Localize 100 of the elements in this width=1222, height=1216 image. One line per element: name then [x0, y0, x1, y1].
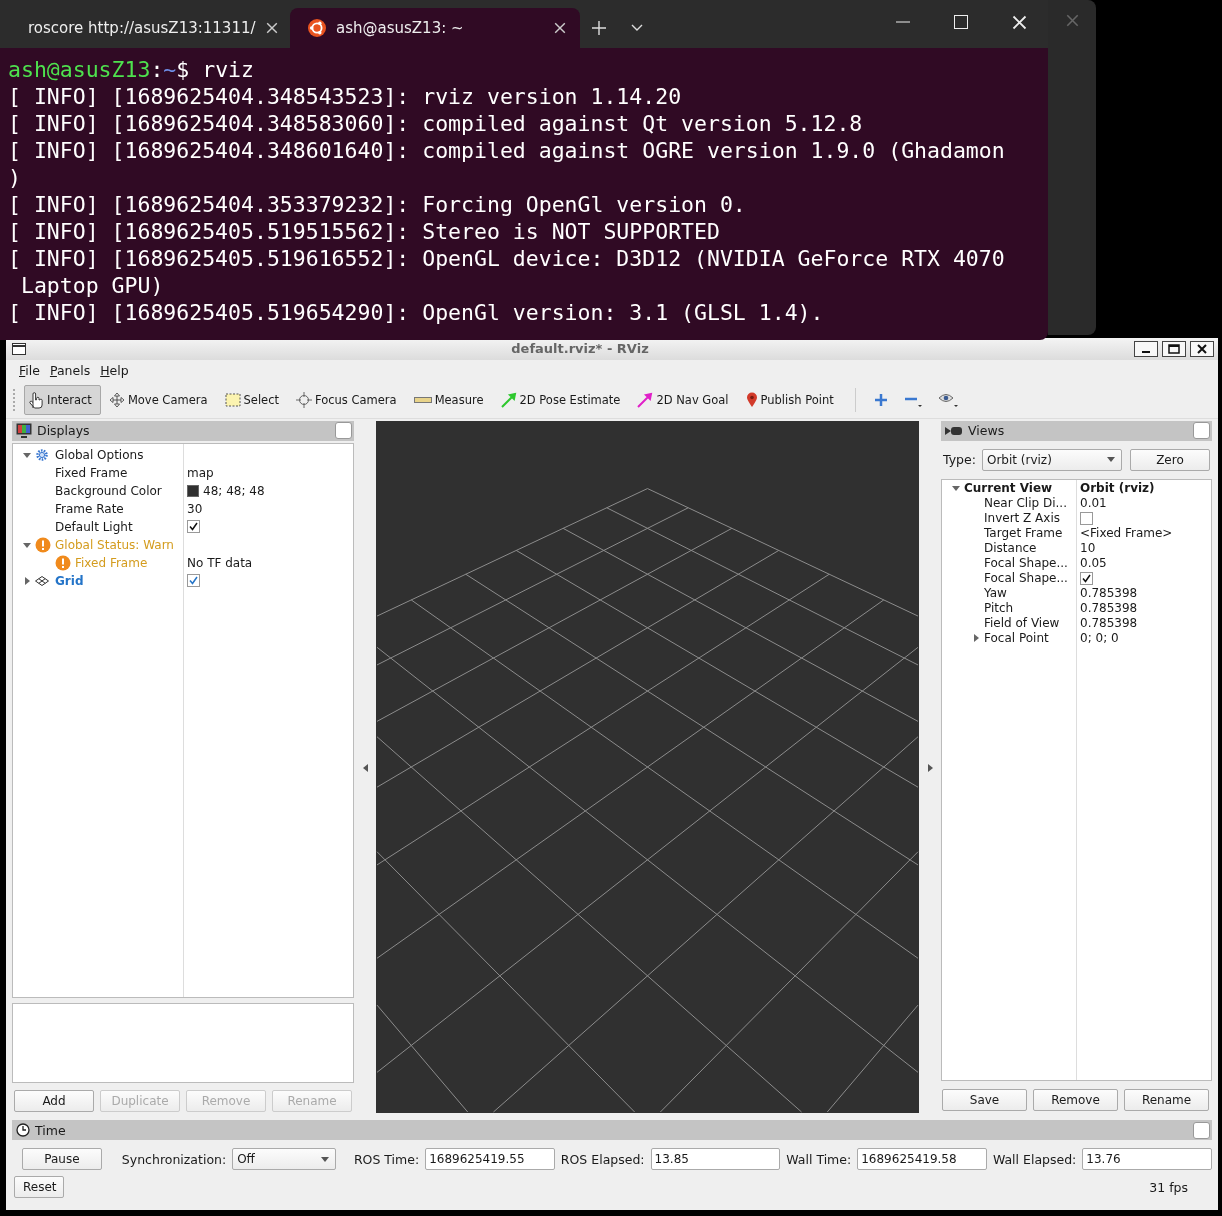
terminal-output-line: [ INFO] [1689625405.519616552]: OpenGL device: D3D12 (NVIDIA GeForce RTX 4070	[8, 245, 1006, 272]
selection-box-icon	[224, 392, 241, 407]
tool-button[interactable]: Focus Camera	[292, 384, 406, 415]
panel-title: Views	[968, 423, 1006, 439]
tool-button[interactable]: Publish Point	[741, 384, 843, 415]
undock-button[interactable]	[1193, 1121, 1210, 1139]
dropdown-arrow-icon	[1106, 457, 1115, 463]
command-prompt: ash@asusZ13:~$ rviz	[8, 56, 255, 83]
fps-label: 31 fps	[1149, 1179, 1188, 1195]
time-field[interactable]: 13.85	[650, 1148, 781, 1171]
maximize-button[interactable]	[1162, 340, 1186, 357]
expand-arrow-icon[interactable]	[23, 576, 31, 585]
property-name: Focal Shape...	[984, 556, 1068, 571]
time-field[interactable]: 1689625419.55	[425, 1148, 555, 1171]
collapse-arrow-icon[interactable]	[23, 540, 31, 549]
panel-button[interactable]: Remove	[1033, 1088, 1118, 1111]
close-button[interactable]	[1190, 340, 1214, 357]
field-label: Wall Elapsed:	[992, 1151, 1077, 1167]
panel-button[interactable]: Rename	[1124, 1088, 1209, 1111]
property-value: 48; 48; 48	[203, 483, 265, 498]
warning-icon	[35, 536, 51, 553]
terminal-output-line: [ INFO] [1689625404.348583060]: compiled against Qt version 5.12.8	[8, 110, 864, 137]
splitter-arrow-icon[interactable]	[927, 763, 933, 772]
expand-arrow-icon[interactable]	[972, 634, 980, 643]
menu-item[interactable]: Panels	[46, 361, 94, 381]
minimize-button[interactable]	[1134, 340, 1158, 357]
property-name: Frame Rate	[55, 501, 124, 516]
terminal-output-line: [ INFO] [1689625404.348543523]: rviz version 1.14.20	[8, 83, 683, 110]
terminal-output-line: [ INFO] [1689625404.348601640]: compiled against OGRE version 1.9.0 (Ghadamon	[8, 137, 1006, 164]
panel-button[interactable]: Save	[942, 1088, 1027, 1111]
close-icon[interactable]	[554, 22, 566, 34]
property-name: Near Clip Di...	[984, 496, 1067, 511]
panel-title: Displays	[37, 423, 91, 439]
dropdown-arrow-icon	[320, 1156, 329, 1162]
pause-button[interactable]: Pause	[22, 1148, 102, 1171]
tool-button[interactable]: 2D Pose Estimate	[496, 384, 630, 415]
tool-button[interactable]: 2D Nav Goal	[633, 384, 738, 415]
checkbox[interactable]	[187, 574, 200, 588]
terminal-tab[interactable]: ash@asusZ13: ~	[290, 8, 580, 48]
property-value: 10	[1080, 541, 1096, 556]
warning-icon	[55, 554, 71, 571]
field-label: Wall Time:	[786, 1151, 852, 1167]
property-name: Pitch	[984, 601, 1014, 616]
property-value: 0.785398	[1080, 586, 1138, 601]
property-value: Orbit (rviz)	[1080, 481, 1155, 496]
terminal-output-line: Laptop GPU)	[19, 272, 165, 299]
panel-title: Time	[35, 1122, 67, 1138]
property-name: Focal Point	[984, 631, 1049, 646]
property-name: Background Color	[55, 483, 162, 498]
property-value: No TF data	[187, 555, 253, 570]
terminal-output-line: [ INFO] [1689625405.519515562]: Stereo is NOT SUPPORTED	[8, 218, 721, 245]
property-name: Distance	[984, 541, 1037, 556]
undock-button[interactable]	[1193, 422, 1210, 440]
property-name: Default Light	[55, 519, 133, 534]
menu-item[interactable]: Help	[97, 361, 132, 381]
collapse-arrow-icon[interactable]	[952, 484, 960, 493]
view-type-dropdown[interactable]: Orbit (rviz)	[981, 448, 1122, 471]
terminal-output-line: )	[8, 164, 22, 191]
checkbox[interactable]	[187, 520, 200, 534]
panel-button[interactable]: Add	[14, 1089, 94, 1112]
sync-label: Synchronization:	[121, 1151, 227, 1167]
move-arrows-icon	[108, 391, 125, 408]
property-name: Invert Z Axis	[984, 511, 1060, 526]
property-name: Fixed Frame	[55, 465, 128, 480]
hand-pointer-icon	[28, 390, 44, 409]
splitter-arrow-icon[interactable]	[362, 763, 368, 772]
zero-button[interactable]: Zero	[1129, 448, 1210, 471]
terminal-tab[interactable]: roscore http://asusZ13:11311/	[0, 8, 290, 48]
property-name: Current View	[964, 481, 1053, 496]
checkbox[interactable]	[1080, 511, 1093, 525]
close-icon[interactable]	[265, 22, 278, 34]
tool-button[interactable]: Measure	[409, 384, 493, 415]
property-value: 30	[187, 501, 203, 516]
undock-button[interactable]	[335, 422, 352, 440]
property-name: Global Options	[55, 447, 144, 462]
field-label: ROS Elapsed:	[560, 1151, 645, 1167]
menu-item[interactable]: File	[16, 361, 43, 381]
close-icon	[1197, 343, 1207, 354]
window-title: default.rviz* - RViz	[510, 341, 650, 357]
reset-button[interactable]: Reset	[14, 1176, 64, 1199]
property-value: 0.05	[1080, 556, 1107, 571]
time-field[interactable]: 13.76	[1082, 1148, 1212, 1171]
clock-icon	[16, 1123, 30, 1138]
sync-dropdown[interactable]: Off	[232, 1148, 336, 1171]
property-name: Grid	[55, 573, 84, 588]
type-label: Type:	[943, 452, 976, 468]
crosshair-icon	[296, 391, 312, 408]
checkbox[interactable]	[1080, 571, 1093, 585]
ruler-icon	[413, 395, 432, 404]
tool-button[interactable]: Interact	[24, 384, 101, 415]
collapse-arrow-icon[interactable]	[23, 450, 31, 459]
camera-icon	[945, 425, 963, 436]
property-value: 0.785398	[1080, 601, 1138, 616]
property-name: Focal Shape...	[984, 571, 1068, 586]
terminal-output-line: [ INFO] [1689625405.519654290]: OpenGl version: 3.1 (GLSL 1.4).	[8, 299, 825, 326]
time-field[interactable]: 1689625419.58	[857, 1148, 987, 1171]
property-name: Yaw	[984, 586, 1007, 601]
tool-button[interactable]: Move Camera	[104, 384, 217, 415]
tool-button[interactable]: Select	[220, 384, 288, 415]
ubuntu-logo-icon	[308, 19, 326, 37]
